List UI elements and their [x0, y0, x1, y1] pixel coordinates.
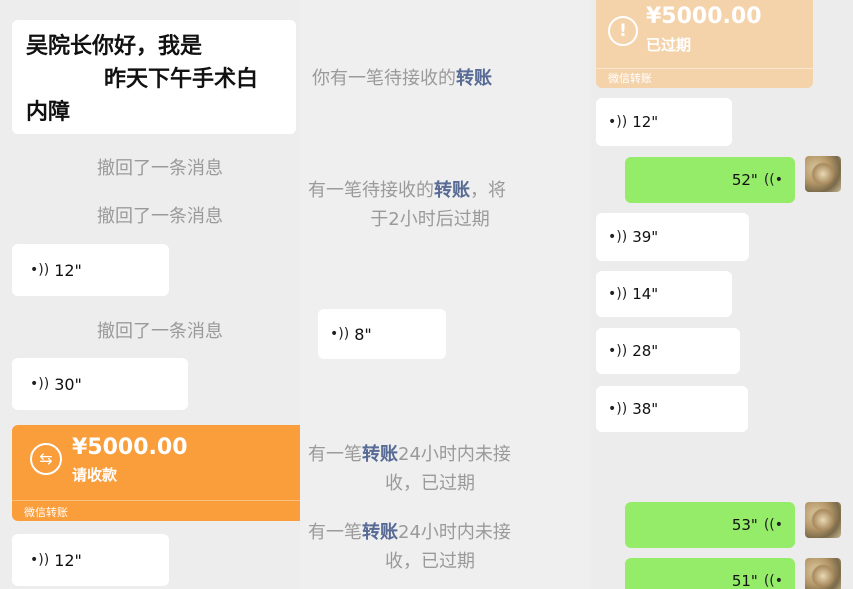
voice-duration: 51" [731, 572, 758, 589]
voice-wave-icon: •)) [608, 401, 628, 417]
voice-duration: 12" [54, 260, 82, 280]
transfer-status: 已过期 [646, 36, 692, 54]
transfer-link[interactable]: 转账 [434, 180, 470, 201]
wechat-transfer-card-expired[interactable]: ! ¥5000.00 已过期 微信转账 [596, 0, 813, 88]
transfer-status: 请收款 [72, 466, 118, 484]
transfer-footer: 微信转账 [608, 72, 652, 85]
transfer-amount: ¥5000.00 [646, 4, 762, 29]
notice-text: 你有一笔待接收的 [312, 68, 456, 89]
notice-text: 24小时内未接 [398, 522, 511, 543]
greeting-line3: 内障 [26, 100, 71, 125]
notice-text: 24小时内未接 [398, 444, 511, 465]
voice-message[interactable]: •)) 12" [12, 244, 169, 296]
voice-duration: 52" [731, 171, 758, 189]
recalled-message-notice: 撤回了一条消息 [97, 158, 223, 179]
notice-text: 有一笔待接收的 [308, 180, 434, 201]
notice-text-line2: 收，已过期 [385, 473, 475, 494]
greeting-line2: 昨天下午手术白 [104, 67, 259, 92]
avatar[interactable] [805, 558, 841, 589]
transfer-link[interactable]: 转账 [362, 522, 398, 543]
voice-wave-icon: •)) [608, 229, 628, 245]
chat-panel-middle: 你有一笔待接收的转账 有一笔待接收的转账，将 于2小时后过期 •)) 8" 有一… [300, 0, 590, 589]
voice-message[interactable]: •)) 28" [596, 328, 740, 374]
voice-wave-out-icon: ((• [763, 573, 783, 589]
voice-message[interactable]: •)) 30" [12, 358, 188, 410]
transfer-arrows-icon: ⇆ [30, 443, 62, 475]
voice-duration: 8" [354, 324, 372, 344]
recalled-message-notice: 撤回了一条消息 [97, 321, 223, 342]
voice-wave-icon: •)) [30, 262, 50, 278]
voice-duration: 28" [632, 342, 659, 360]
voice-wave-out-icon: ((• [763, 517, 783, 533]
recalled-message-notice: 撤回了一条消息 [97, 206, 223, 227]
transfer-expiring-notice: 有一笔待接收的转账，将 于2小时后过期 [300, 176, 570, 234]
transfer-expired-notice: 有一笔转账24小时内未接 收，已过期 [300, 518, 570, 576]
voice-message-sent[interactable]: 53" ((• [625, 502, 795, 548]
transfer-link[interactable]: 转账 [456, 68, 492, 89]
notice-text: 有一笔 [308, 522, 362, 543]
greeting-line1: 吴院长你好，我是 [26, 34, 203, 59]
voice-message[interactable]: •)) 12" [12, 534, 169, 586]
voice-message-sent[interactable]: 51" ((• [625, 558, 795, 589]
voice-duration: 12" [54, 550, 82, 570]
voice-duration: 30" [54, 374, 82, 394]
voice-message[interactable]: •)) 14" [596, 271, 732, 317]
voice-wave-icon: •)) [30, 552, 50, 568]
voice-message[interactable]: •)) 8" [318, 309, 446, 359]
avatar[interactable] [805, 156, 841, 192]
voice-duration: 53" [731, 516, 758, 534]
voice-duration: 39" [632, 228, 659, 246]
transfer-pending-notice: 你有一笔待接收的转账 [312, 64, 552, 90]
voice-duration: 12" [632, 113, 659, 131]
alert-circle-icon: ! [608, 16, 638, 46]
voice-wave-icon: •)) [608, 114, 628, 130]
voice-message[interactable]: •)) 39" [596, 213, 749, 261]
message-bubble-greeting[interactable]: 吴院长你好，我是 昨天下午手术白 内障 [12, 20, 296, 134]
notice-text-line2: 于2小时后过期 [370, 209, 490, 230]
notice-text-line2: 收，已过期 [385, 551, 475, 572]
voice-duration: 38" [632, 400, 659, 418]
voice-message[interactable]: •)) 38" [596, 386, 748, 432]
notice-text: 有一笔 [308, 444, 362, 465]
voice-wave-icon: •)) [30, 376, 50, 392]
transfer-expired-notice: 有一笔转账24小时内未接 收，已过期 [300, 440, 570, 498]
wechat-transfer-card[interactable]: ⇆ ¥5000.00 请收款 微信转账 [12, 425, 308, 521]
chat-panel-left: 吴院长你好，我是 昨天下午手术白 内障 撤回了一条消息 撤回了一条消息 •)) … [0, 0, 310, 589]
voice-message[interactable]: •)) 12" [596, 98, 732, 146]
voice-wave-icon: •)) [608, 286, 628, 302]
transfer-link[interactable]: 转账 [362, 444, 398, 465]
avatar[interactable] [805, 502, 841, 538]
voice-wave-icon: •)) [608, 343, 628, 359]
voice-wave-icon: •)) [330, 326, 350, 342]
chat-panel-right: ! ¥5000.00 已过期 微信转账 •)) 12" 52" ((• •)) … [592, 0, 853, 589]
notice-text: ，将 [470, 180, 506, 201]
voice-wave-out-icon: ((• [763, 172, 783, 188]
voice-message-sent[interactable]: 52" ((• [625, 157, 795, 203]
voice-duration: 14" [632, 285, 659, 303]
transfer-footer: 微信转账 [24, 506, 68, 519]
transfer-amount: ¥5000.00 [72, 435, 188, 460]
